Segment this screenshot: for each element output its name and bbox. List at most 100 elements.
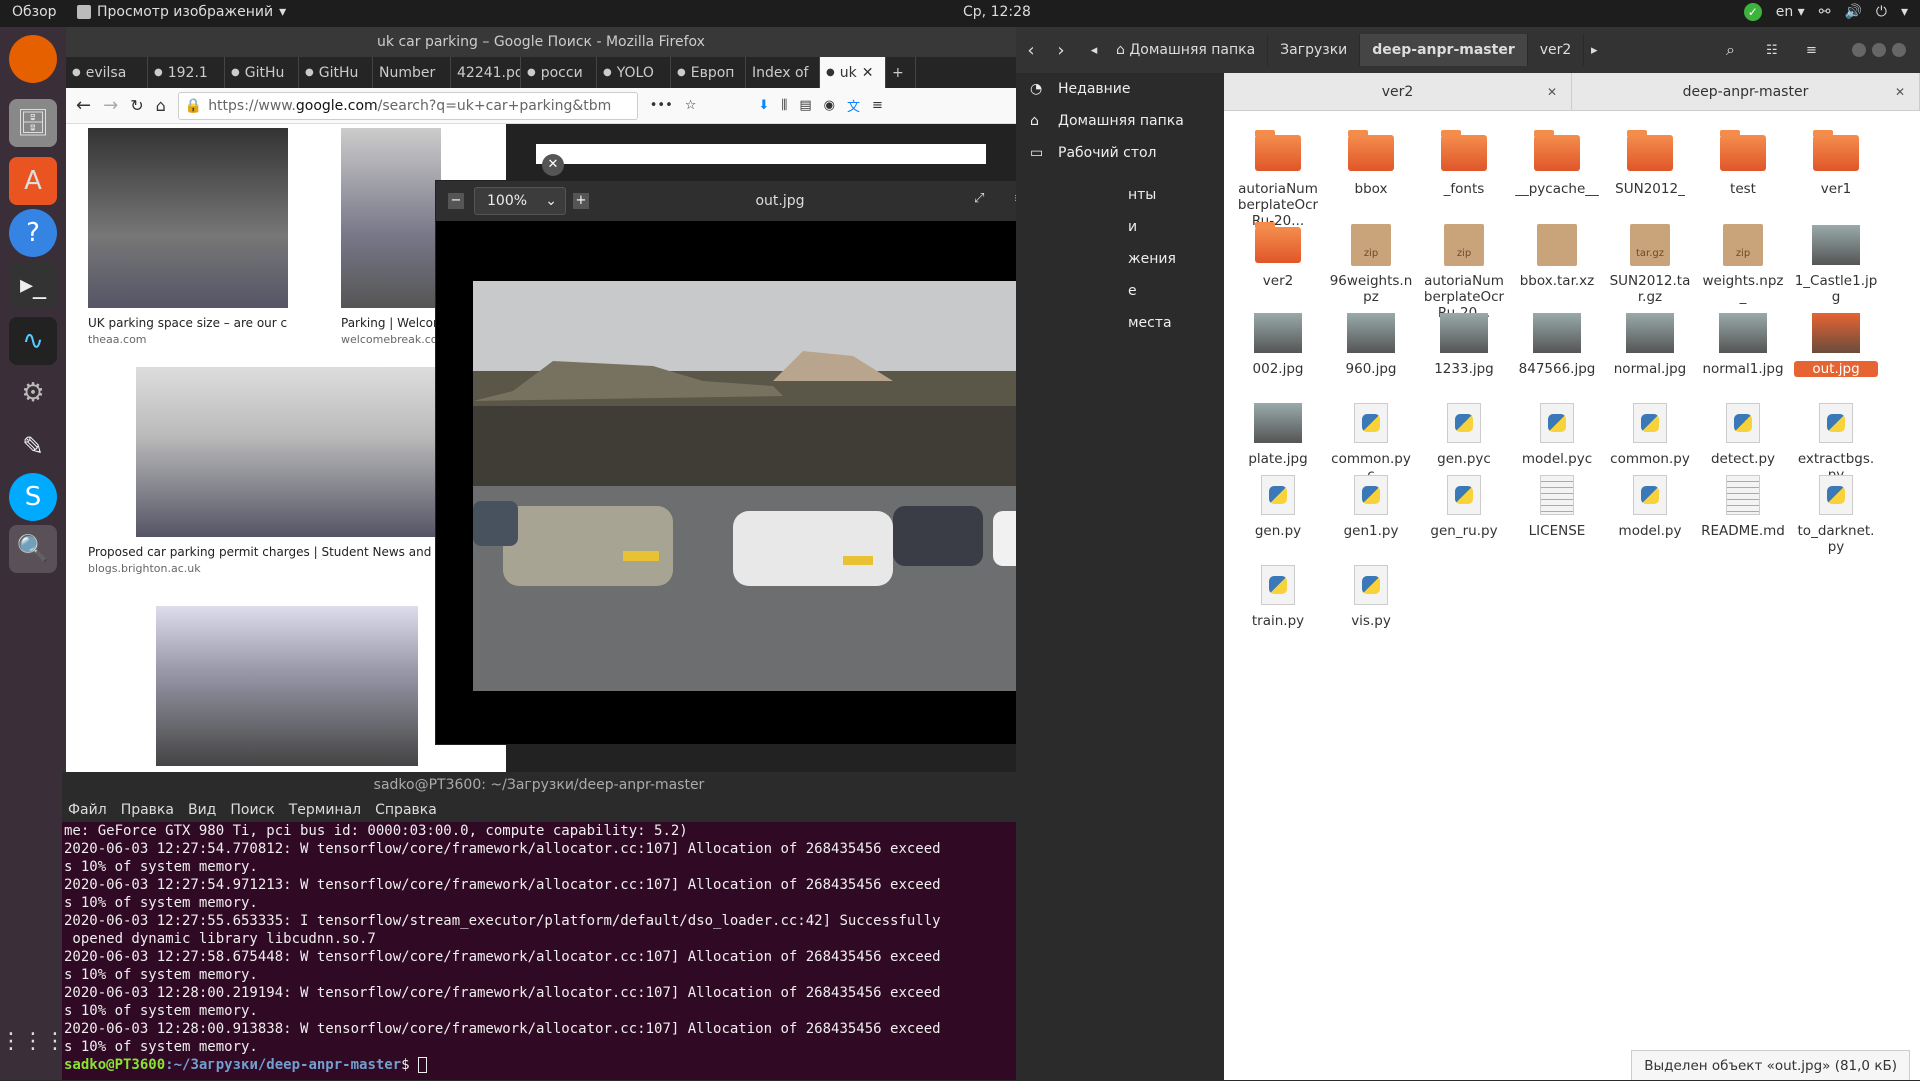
bookmark-star-icon[interactable]: ☆ <box>685 98 697 113</box>
terminal-icon[interactable]: ▸_ <box>9 261 57 309</box>
url-bar[interactable]: 🔒 https://www.google.com/search?q=uk+car… <box>177 91 638 120</box>
language-indicator[interactable]: en ▾ <box>1776 4 1805 20</box>
view-options-icon[interactable]: ☷ <box>1766 43 1778 58</box>
tab[interactable]: 42241.pd <box>451 57 521 88</box>
file-item[interactable]: out.jpg <box>1794 311 1878 377</box>
result-image[interactable] <box>156 606 418 766</box>
result-image[interactable] <box>88 128 288 308</box>
pane-tab[interactable]: ver2 ✕ <box>1224 73 1572 110</box>
back-icon[interactable]: ‹ <box>1016 40 1046 61</box>
chevron-down-icon[interactable]: ▾ <box>1901 4 1908 20</box>
result-card[interactable] <box>156 606 418 766</box>
show-apps-icon[interactable]: ⋮⋮⋮ <box>0 1017 66 1065</box>
terminal-output[interactable]: me: GeForce GTX 980 Ti, pci bus id: 0000… <box>62 822 1016 1056</box>
tab[interactable]: ● 192.1 <box>148 57 225 88</box>
terminal-menu-item[interactable]: Вид <box>188 798 216 822</box>
file-item[interactable]: ver1 <box>1794 130 1878 197</box>
file-item[interactable]: normal1.jpg <box>1701 311 1785 377</box>
files-icon[interactable]: 🗄 <box>9 99 57 147</box>
file-item[interactable]: zip weights.npz_ <box>1701 223 1785 305</box>
file-item[interactable]: LICENSE <box>1515 473 1599 539</box>
result-caption[interactable]: Proposed car parking permit charges | St… <box>88 545 488 559</box>
tab[interactable]: ● YOLO <box>597 57 671 88</box>
volume-icon[interactable]: 🔊 <box>1844 4 1861 20</box>
file-item[interactable]: train.py <box>1236 563 1320 629</box>
forward-icon[interactable]: → <box>103 95 118 116</box>
file-item[interactable]: tar.gz SUN2012.tar.gz <box>1608 223 1692 305</box>
tab[interactable]: Index of <box>746 57 820 88</box>
new-tab-button[interactable]: + <box>886 57 916 88</box>
file-item[interactable]: model.py <box>1608 473 1692 539</box>
close-icon[interactable]: ✕ <box>1895 73 1905 111</box>
account-icon[interactable]: ◉ <box>824 98 835 113</box>
file-item[interactable]: common.pyc <box>1329 401 1413 483</box>
file-item[interactable]: test <box>1701 130 1785 197</box>
close-icon[interactable]: ✕ <box>862 65 874 81</box>
menu-icon[interactable]: ≡ <box>872 98 883 113</box>
breadcrumb-item[interactable]: Загрузки <box>1268 34 1361 66</box>
breadcrumb-item[interactable]: deep-anpr-master <box>1360 34 1528 66</box>
file-item[interactable]: README.md <box>1701 473 1785 539</box>
file-item[interactable]: normal.jpg <box>1608 311 1692 377</box>
breadcrumb-item[interactable]: ver2 <box>1528 34 1585 66</box>
tab[interactable]: ● GitHu <box>299 57 373 88</box>
text-editor-icon[interactable]: ✎ <box>9 423 57 471</box>
result-card[interactable]: Parking | Welcom welcomebreak.co <box>341 128 441 346</box>
software-center-icon[interactable]: A <box>9 157 57 205</box>
zoom-out-icon[interactable]: − <box>448 193 464 209</box>
search-icon[interactable]: ⌕ <box>1726 40 1735 60</box>
zoom-select[interactable]: 100% ⌄ <box>474 187 566 215</box>
close-icon[interactable] <box>1892 43 1906 57</box>
result-card[interactable]: Proposed car parking permit charges | St… <box>88 367 488 575</box>
file-item[interactable]: _fonts <box>1422 130 1506 197</box>
tab[interactable]: ● uk ✕ <box>820 57 886 88</box>
sidebar-item[interactable]: ⌂ Домашняя папка <box>1016 105 1224 137</box>
terminal-prompt-line[interactable]: sadko@PT3600:~/Загрузки/deep-anpr-master… <box>62 1056 1016 1074</box>
result-card[interactable]: UK parking space size – are our cars g..… <box>88 128 288 346</box>
app-menu[interactable]: Просмотр изображений ▾ <box>77 4 286 20</box>
file-item[interactable]: 1233.jpg <box>1422 311 1506 377</box>
home-icon[interactable]: ⌂ <box>156 96 166 115</box>
file-item[interactable]: 847566.jpg <box>1515 311 1599 377</box>
terminal-menu-item[interactable]: Правка <box>121 798 174 822</box>
download-icon[interactable]: ⬇ <box>758 98 769 113</box>
firefox-icon[interactable] <box>9 35 57 83</box>
back-icon[interactable]: ← <box>76 95 91 116</box>
sidebar-item[interactable]: и <box>1016 211 1224 243</box>
tab[interactable]: ● Европ <box>671 57 746 88</box>
update-ok-icon[interactable]: ✓ <box>1743 3 1762 21</box>
sidebar-item[interactable]: е <box>1016 275 1224 307</box>
scroll-left-icon[interactable]: ◂ <box>1084 43 1104 58</box>
file-item[interactable]: zipautoriaNumberplateOcrRu-20... <box>1422 223 1506 321</box>
tab[interactable]: ● GitHu <box>225 57 299 88</box>
tab[interactable]: ● evilsa <box>66 57 148 88</box>
file-item[interactable]: detect.py <box>1701 401 1785 467</box>
menu-icon[interactable]: ≡ <box>1806 43 1817 58</box>
file-item[interactable]: extractbgs.py <box>1794 401 1878 483</box>
image-viewer-dock-icon[interactable]: 🔍 <box>9 525 57 573</box>
terminal-menu-item[interactable]: Справка <box>375 798 437 822</box>
minimize-icon[interactable] <box>1852 43 1866 57</box>
library-icon[interactable]: ⫼ <box>781 98 787 113</box>
forward-icon[interactable]: › <box>1046 40 1076 61</box>
more-icon[interactable]: ••• <box>650 98 673 113</box>
network-icon[interactable]: ⚯ <box>1819 4 1831 20</box>
file-item[interactable]: model.pyc <box>1515 401 1599 467</box>
breadcrumb-item[interactable]: ⌂ Домашняя папка <box>1104 34 1269 66</box>
terminal-menu-item[interactable]: Терминал <box>289 798 361 822</box>
fullscreen-icon[interactable]: ⤢ <box>974 191 984 206</box>
skype-icon[interactable]: S <box>9 473 57 521</box>
file-item[interactable]: __pycache__ <box>1515 130 1599 197</box>
pane-tab[interactable]: deep-anpr-master ✕ <box>1572 73 1920 110</box>
file-item[interactable]: 002.jpg <box>1236 311 1320 377</box>
clock[interactable]: Ср, 12:28 <box>963 4 1031 20</box>
result-caption[interactable]: Parking | Welcom <box>341 316 441 330</box>
tab[interactable]: Number <box>373 57 451 88</box>
sidebar-item[interactable]: нты <box>1016 179 1224 211</box>
file-item[interactable]: gen_ru.py <box>1422 473 1506 539</box>
file-item[interactable]: plate.jpg <box>1236 401 1320 467</box>
file-item[interactable]: 1_Castle1.jpg <box>1794 223 1878 305</box>
sidebar-item[interactable]: места <box>1016 307 1224 339</box>
close-icon[interactable]: ✕ <box>1547 73 1557 111</box>
file-item[interactable]: to_darknet.py <box>1794 473 1878 555</box>
